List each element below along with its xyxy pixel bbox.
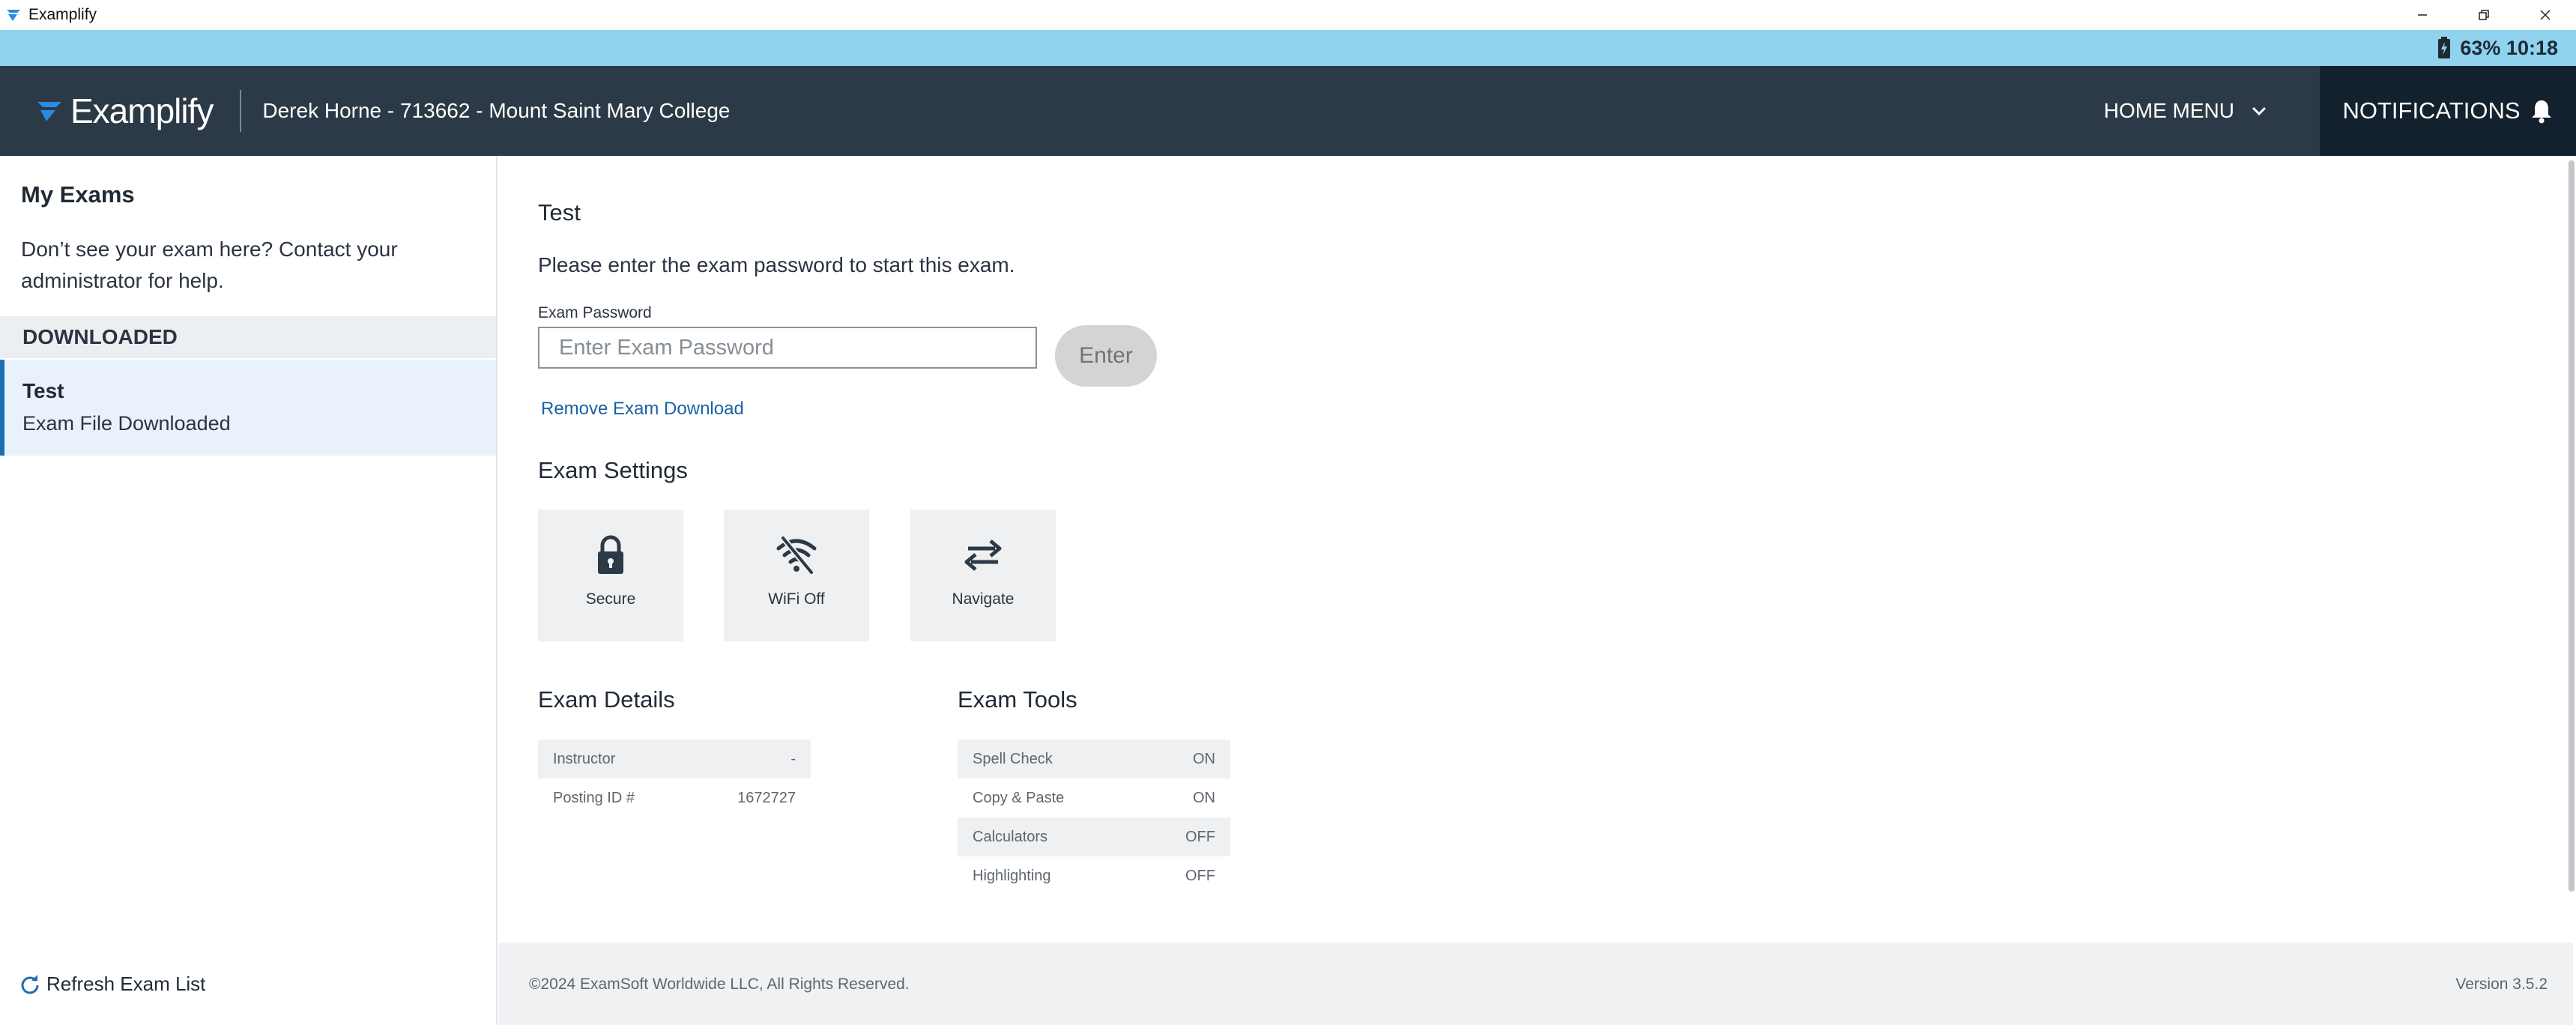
exam-settings-title: Exam Settings xyxy=(538,457,688,483)
exam-item-status: Exam File Downloaded xyxy=(22,412,231,435)
exam-list-item[interactable]: Test Exam File Downloaded xyxy=(0,360,496,456)
tools-key: Calculators xyxy=(973,828,1048,845)
home-menu-label: HOME MENU xyxy=(2103,99,2234,122)
tools-value: OFF xyxy=(1185,828,1215,845)
setting-label: Navigate xyxy=(952,590,1015,608)
downloaded-section-header: DOWNLOADED xyxy=(0,316,496,358)
copyright-text: ©2024 ExamSoft Worldwide LLC, All Rights… xyxy=(529,976,910,993)
main-scrollbar[interactable] xyxy=(2569,160,2575,892)
restore-icon xyxy=(2479,10,2489,20)
details-key: Posting ID # xyxy=(553,789,635,806)
home-menu-button[interactable]: HOME MENU xyxy=(2104,66,2269,156)
tools-row-calculators: Calculators OFF xyxy=(958,817,1230,856)
tools-value: OFF xyxy=(1185,867,1215,884)
tools-row-highlighting: Highlighting OFF xyxy=(958,856,1230,895)
exam-details-table: Instructor - Posting ID # 1672727 xyxy=(538,740,811,817)
exam-tools-title: Exam Tools xyxy=(958,686,1077,713)
wifi-off-icon xyxy=(776,536,817,575)
password-prompt: Please enter the exam password to start … xyxy=(538,253,1015,276)
sidebar-heading: My Exams xyxy=(21,181,135,208)
tools-key: Copy & Paste xyxy=(973,789,1065,806)
details-value: 1672727 xyxy=(737,789,796,806)
sidebar-help-text: Don’t see your exam here? Contact your a… xyxy=(21,238,398,292)
refresh-label: Refresh Exam List xyxy=(46,973,206,995)
window-titlebar: Examplify xyxy=(0,0,2576,30)
app-header: Examplify Derek Horne - 713662 - Mount S… xyxy=(0,66,2576,156)
exam-details-title: Exam Details xyxy=(538,686,675,713)
remove-exam-download-link[interactable]: Remove Exam Download xyxy=(541,399,744,420)
exam-title: Test xyxy=(538,199,581,226)
version-text: Version 3.5.2 xyxy=(2455,976,2548,993)
battery-time-readout: 63% 10:18 xyxy=(2460,36,2558,59)
logo-text: Examplify xyxy=(70,91,214,130)
window-controls xyxy=(2392,0,2576,30)
details-row-posting-id: Posting ID # 1672727 xyxy=(538,778,811,817)
exams-sidebar: My Exams Don’t see your exam here? Conta… xyxy=(0,156,498,1025)
close-icon xyxy=(2540,10,2551,20)
details-key: Instructor xyxy=(553,750,616,767)
setting-card-navigate: Navigate xyxy=(910,510,1056,641)
tools-key: Spell Check xyxy=(973,750,1053,767)
notifications-label: NOTIFICATIONS xyxy=(2342,97,2521,124)
restore-button[interactable] xyxy=(2453,0,2515,30)
battery-charging-icon xyxy=(2438,37,2451,58)
exam-password-input[interactable] xyxy=(538,327,1037,369)
navigate-arrows-icon xyxy=(964,539,1002,571)
refresh-exam-list-button[interactable]: Refresh Exam List xyxy=(19,973,205,996)
tools-value: ON xyxy=(1193,789,1215,806)
exam-tools-table: Spell Check ON Copy & Paste ON Calculato… xyxy=(958,740,1230,895)
exam-item-name: Test xyxy=(22,379,64,402)
setting-card-secure: Secure xyxy=(538,510,683,641)
header-divider xyxy=(240,90,242,132)
bell-icon xyxy=(2531,100,2551,124)
setting-label: WiFi Off xyxy=(768,590,825,608)
tools-row-spell-check: Spell Check ON xyxy=(958,740,1230,778)
notifications-button[interactable]: NOTIFICATIONS xyxy=(2320,66,2576,156)
examplify-logo: Examplify xyxy=(34,91,214,131)
close-button[interactable] xyxy=(2515,0,2576,30)
tools-value: ON xyxy=(1193,750,1215,767)
setting-label: Secure xyxy=(585,590,636,608)
footer: ©2024 ExamSoft Worldwide LLC, All Rights… xyxy=(499,943,2573,1025)
exam-detail-panel: Test Please enter the exam password to s… xyxy=(499,156,2573,943)
enter-button[interactable]: Enter xyxy=(1055,325,1157,387)
lock-icon xyxy=(598,535,623,574)
setting-card-wifi-off: WiFi Off xyxy=(724,510,869,641)
details-row-instructor: Instructor - xyxy=(538,740,811,778)
password-label: Exam Password xyxy=(538,304,652,321)
examplify-app-icon xyxy=(7,10,20,21)
status-bar: 63% 10:18 xyxy=(0,30,2576,66)
tools-row-copy-paste: Copy & Paste ON xyxy=(958,778,1230,817)
chevron-down-icon xyxy=(2252,106,2267,116)
details-value: - xyxy=(790,750,796,767)
window-title: Examplify xyxy=(28,6,97,23)
minimize-icon xyxy=(2418,14,2427,16)
minimize-button[interactable] xyxy=(2392,0,2453,30)
user-info: Derek Horne - 713662 - Mount Saint Mary … xyxy=(262,99,731,122)
tools-key: Highlighting xyxy=(973,867,1051,884)
examplify-logo-mark-icon xyxy=(37,102,61,121)
refresh-icon xyxy=(21,974,39,994)
